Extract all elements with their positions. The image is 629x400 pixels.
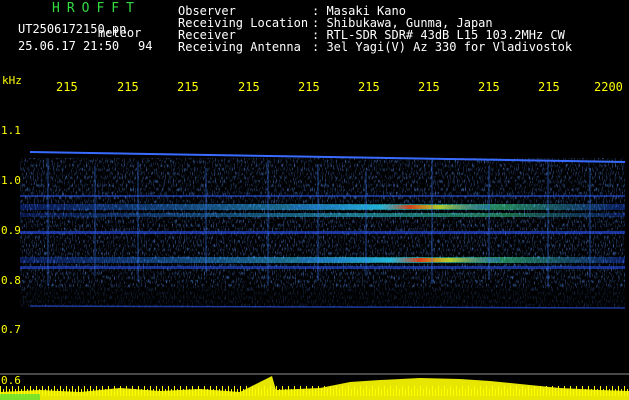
freq-tick-3: 0.9	[1, 224, 21, 237]
time-tick-5: 215	[298, 80, 320, 94]
noise-field-low	[20, 288, 625, 308]
intensity-strip-left-green	[0, 394, 40, 400]
time-tick-9: 215	[538, 80, 560, 94]
freq-tick-4: 0.8	[1, 274, 21, 287]
time-tick-10: 2200	[594, 80, 623, 94]
header-app-name: HROFFT	[52, 1, 141, 16]
time-tick-3: 215	[177, 80, 199, 94]
time-tick-1: 215	[56, 80, 78, 94]
time-tick-6: 215	[358, 80, 380, 94]
spectrogram-plot	[0, 151, 629, 400]
freq-tick-1: 1.1	[1, 124, 21, 137]
signal-band-lower-hot	[300, 258, 500, 262]
header-datetime: 25.06.17 21:50	[18, 39, 120, 53]
header-count: 94	[138, 39, 153, 53]
signal-band-upper-hot	[290, 205, 490, 209]
time-tick-4: 215	[238, 80, 260, 94]
time-tick-2: 215	[117, 80, 139, 94]
freq-tick-5: 0.7	[1, 323, 21, 336]
time-tick-8: 215	[478, 80, 500, 94]
info-antenna-value: : 3el Yagi(V) Az 330 for Vladivostok	[312, 40, 573, 54]
signal-band-mid	[20, 231, 625, 234]
freq-tick-6: 0.6	[1, 374, 21, 387]
freq-tick-2: 1.0	[1, 174, 21, 187]
signal-band-upper2	[20, 213, 625, 217]
signal-band-lower2	[20, 266, 625, 269]
time-axis: 215 215 215 215 215 215 215 215 215 2200	[0, 76, 629, 96]
time-tick-7: 215	[418, 80, 440, 94]
info-antenna-label: Receiving Antenna	[178, 40, 301, 54]
